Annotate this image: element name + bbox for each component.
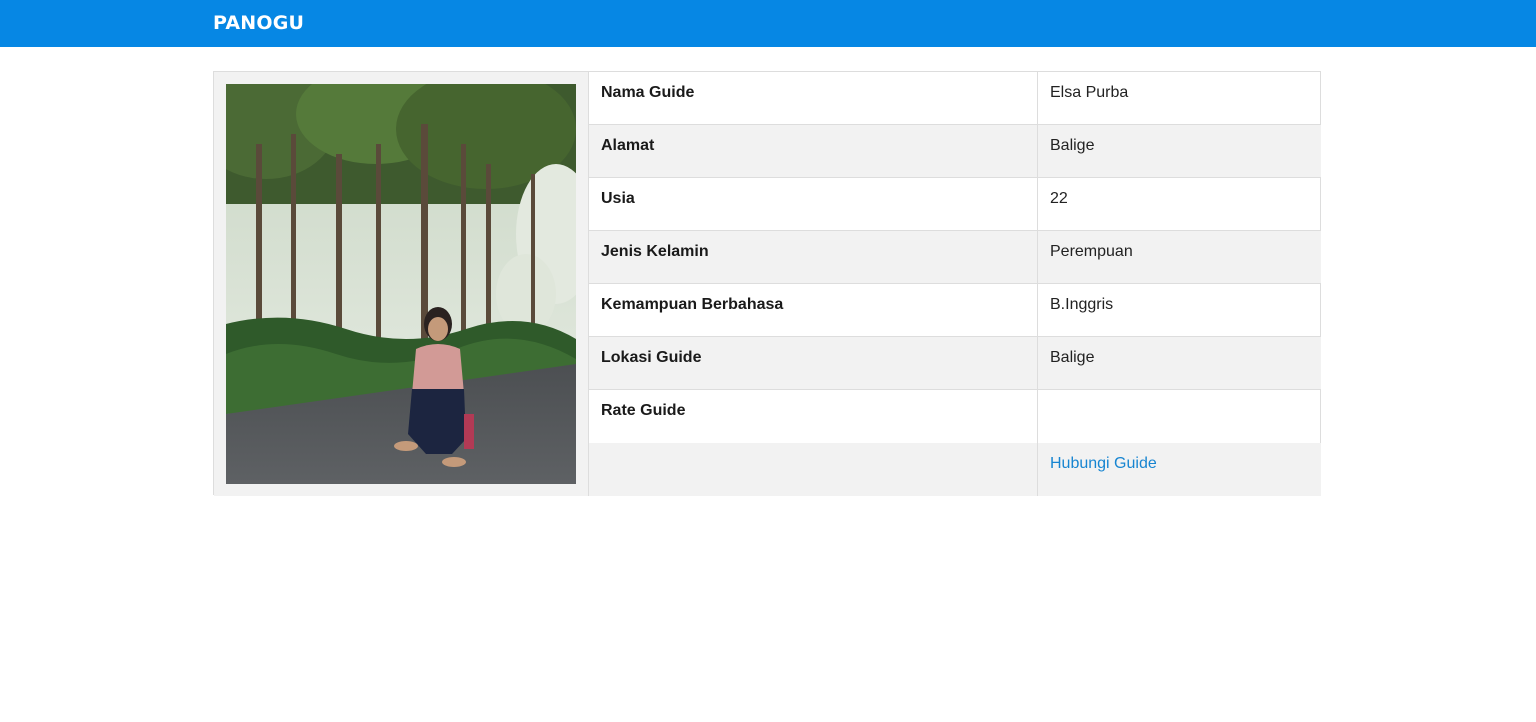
guide-profile-card: Nama Guide Elsa Purba Alamat Balige Usia… bbox=[213, 71, 1321, 496]
detail-row-nama-guide: Nama Guide Elsa Purba bbox=[589, 72, 1321, 125]
guide-details-table: Nama Guide Elsa Purba Alamat Balige Usia… bbox=[589, 72, 1321, 496]
detail-value: Elsa Purba bbox=[1050, 84, 1129, 101]
detail-row-alamat: Alamat Balige bbox=[589, 125, 1321, 178]
detail-label: Alamat bbox=[589, 125, 1038, 177]
detail-value: Perempuan bbox=[1050, 243, 1133, 260]
detail-row-lokasi-guide: Lokasi Guide Balige bbox=[589, 337, 1321, 390]
contact-guide-link[interactable]: Hubungi Guide bbox=[1050, 455, 1157, 472]
contact-cell: Hubungi Guide bbox=[1038, 443, 1321, 496]
detail-label: Jenis Kelamin bbox=[589, 231, 1038, 283]
detail-row-jenis-kelamin: Jenis Kelamin Perempuan bbox=[589, 231, 1321, 284]
contact-label bbox=[589, 443, 1038, 496]
detail-row-rate-guide: Rate Guide bbox=[589, 390, 1321, 443]
detail-value bbox=[1038, 390, 1321, 443]
detail-value: Balige bbox=[1050, 137, 1095, 154]
guide-photo bbox=[226, 84, 576, 484]
photo-cell bbox=[214, 72, 589, 496]
detail-value: Balige bbox=[1050, 349, 1095, 366]
detail-label: Kemampuan Berbahasa bbox=[589, 284, 1038, 336]
detail-label: Nama Guide bbox=[589, 72, 1038, 124]
top-navbar: PANOGU bbox=[0, 0, 1536, 47]
detail-row-usia: Usia 22 bbox=[589, 178, 1321, 231]
detail-row-kemampuan-berbahasa: Kemampuan Berbahasa B.Inggris bbox=[589, 284, 1321, 337]
detail-label: Usia bbox=[589, 178, 1038, 230]
detail-value: 22 bbox=[1050, 190, 1068, 207]
detail-label: Rate Guide bbox=[589, 390, 1038, 443]
brand-logo-link[interactable]: PANOGU bbox=[213, 0, 304, 47]
detail-label: Lokasi Guide bbox=[589, 337, 1038, 389]
contact-row: Hubungi Guide bbox=[589, 443, 1321, 496]
detail-value: B.Inggris bbox=[1050, 296, 1114, 313]
